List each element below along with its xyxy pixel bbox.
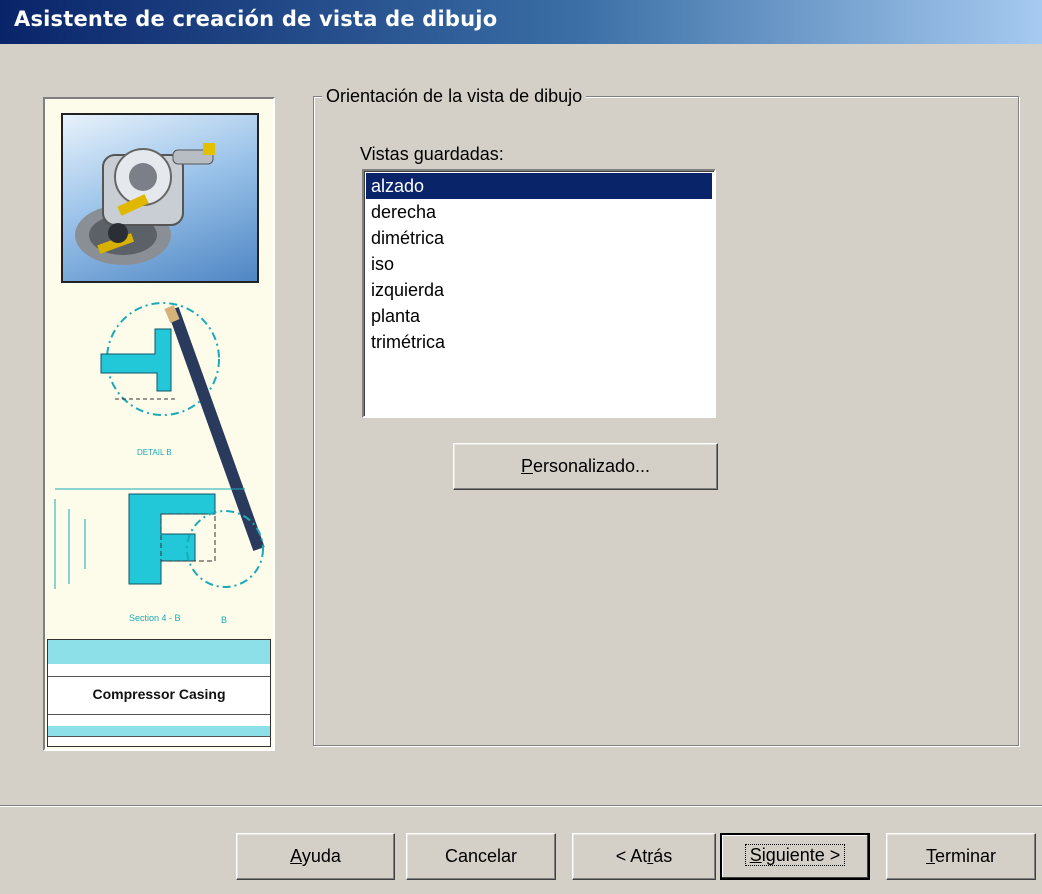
help-button[interactable]: Ayuda	[236, 833, 395, 880]
list-item[interactable]: alzado	[366, 173, 712, 199]
technical-drawing-illustration: DETAIL B Section 4 - B B	[45, 299, 273, 629]
next-button[interactable]: Siguiente >	[720, 833, 870, 880]
groupbox-legend: Orientación de la vista de dibujo	[322, 86, 587, 107]
window-title: Asistente de creación de vista de dibujo	[14, 7, 498, 31]
back-label-post: ás	[653, 846, 673, 866]
detail-label: DETAIL B	[137, 448, 172, 457]
compressor-render-image	[61, 113, 259, 283]
button-separator	[0, 805, 1042, 807]
cancel-label: Cancelar	[444, 846, 518, 866]
custom-label-post: ersonalizado...	[532, 456, 651, 476]
saved-views-listbox[interactable]: alzado derecha dimétrica iso izquierda p…	[362, 169, 716, 418]
list-item[interactable]: dimétrica	[366, 225, 712, 251]
custom-view-button[interactable]: Personalizado...	[453, 443, 718, 490]
finish-label-post: erminar	[934, 846, 996, 866]
back-label-pre: < At	[615, 846, 648, 866]
list-item[interactable]: planta	[366, 303, 712, 329]
next-label-post: iguiente >	[761, 845, 841, 865]
section-label: Section 4 - B	[129, 613, 181, 623]
help-label-post: yuda	[301, 846, 341, 866]
list-item[interactable]: trimétrica	[366, 329, 712, 355]
cancel-button[interactable]: Cancelar	[406, 833, 556, 880]
custom-label-key: P	[520, 456, 533, 476]
back-button[interactable]: < Atrás	[572, 833, 716, 880]
drawing-title-block: Compressor Casing	[47, 639, 271, 747]
title-bar[interactable]: Asistente de creación de vista de dibujo	[0, 0, 1042, 44]
saved-views-label: Vistas guardadas:	[360, 144, 504, 164]
wizard-illustration: DETAIL B Section 4 - B B Compressor Casi…	[43, 97, 275, 751]
finish-label-key: T	[925, 846, 935, 866]
list-item[interactable]: iso	[366, 251, 712, 277]
title-block-caption: Compressor Casing	[92, 686, 226, 702]
next-label-key: S	[749, 845, 762, 865]
finish-button[interactable]: Terminar	[886, 833, 1036, 880]
list-item[interactable]: derecha	[366, 199, 712, 225]
list-item[interactable]: izquierda	[366, 277, 712, 303]
section-letter: B	[221, 615, 227, 625]
help-label-key: A	[290, 846, 302, 866]
